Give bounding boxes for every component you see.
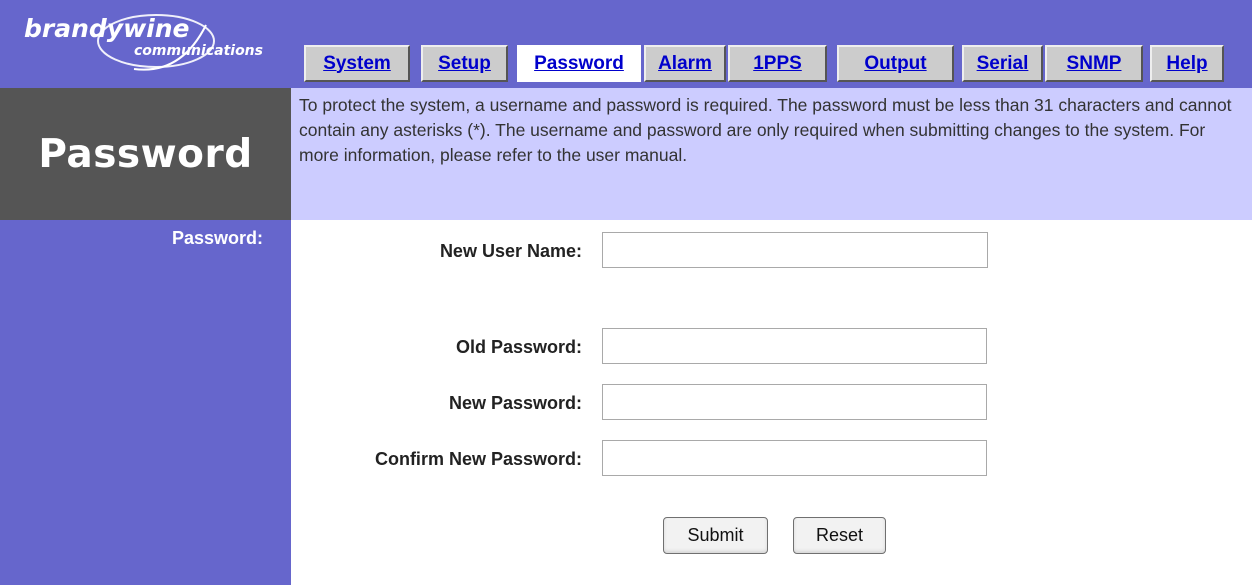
tab-password[interactable]: Password: [517, 45, 641, 82]
new-user-name-input[interactable]: [602, 232, 988, 268]
tab-output[interactable]: Output: [837, 45, 954, 82]
tab-serial[interactable]: Serial: [962, 45, 1043, 82]
brand-subname: communications: [134, 43, 263, 59]
brandywine-logo: brandywine communications: [6, 5, 288, 83]
confirm-password-input[interactable]: [602, 440, 987, 476]
sidebar: Password:: [0, 220, 291, 585]
confirm-password-label: Confirm New Password:: [374, 449, 582, 469]
title-panel: Password: [0, 88, 291, 220]
old-password-label: Old Password:: [455, 337, 582, 357]
description-panel: To protect the system, a username and pa…: [291, 88, 1252, 220]
tab-setup[interactable]: Setup: [421, 45, 508, 82]
tab-help[interactable]: Help: [1150, 45, 1224, 82]
old-password-input[interactable]: [602, 328, 987, 364]
page-description: To protect the system, a username and pa…: [299, 95, 1232, 165]
section-label: Password:: [171, 228, 263, 248]
submit-button[interactable]: Submit: [663, 517, 768, 554]
reset-button[interactable]: Reset: [793, 517, 886, 554]
brand-name: brandywine: [24, 14, 190, 43]
new-password-input[interactable]: [602, 384, 987, 420]
tab-1pps[interactable]: 1PPS: [728, 45, 827, 82]
tab-snmp[interactable]: SNMP: [1045, 45, 1143, 82]
tab-system[interactable]: System: [304, 45, 410, 82]
new-user-name-label: New User Name:: [439, 241, 582, 261]
tab-alarm[interactable]: Alarm: [644, 45, 726, 82]
page: brandywine communications System Setup P…: [0, 0, 1252, 585]
nav-tabs: System Setup Password Alarm 1PPS Output …: [291, 40, 1252, 88]
header: brandywine communications System Setup P…: [0, 0, 1252, 88]
page-title: Password: [38, 131, 253, 177]
new-password-label: New Password:: [448, 393, 582, 413]
